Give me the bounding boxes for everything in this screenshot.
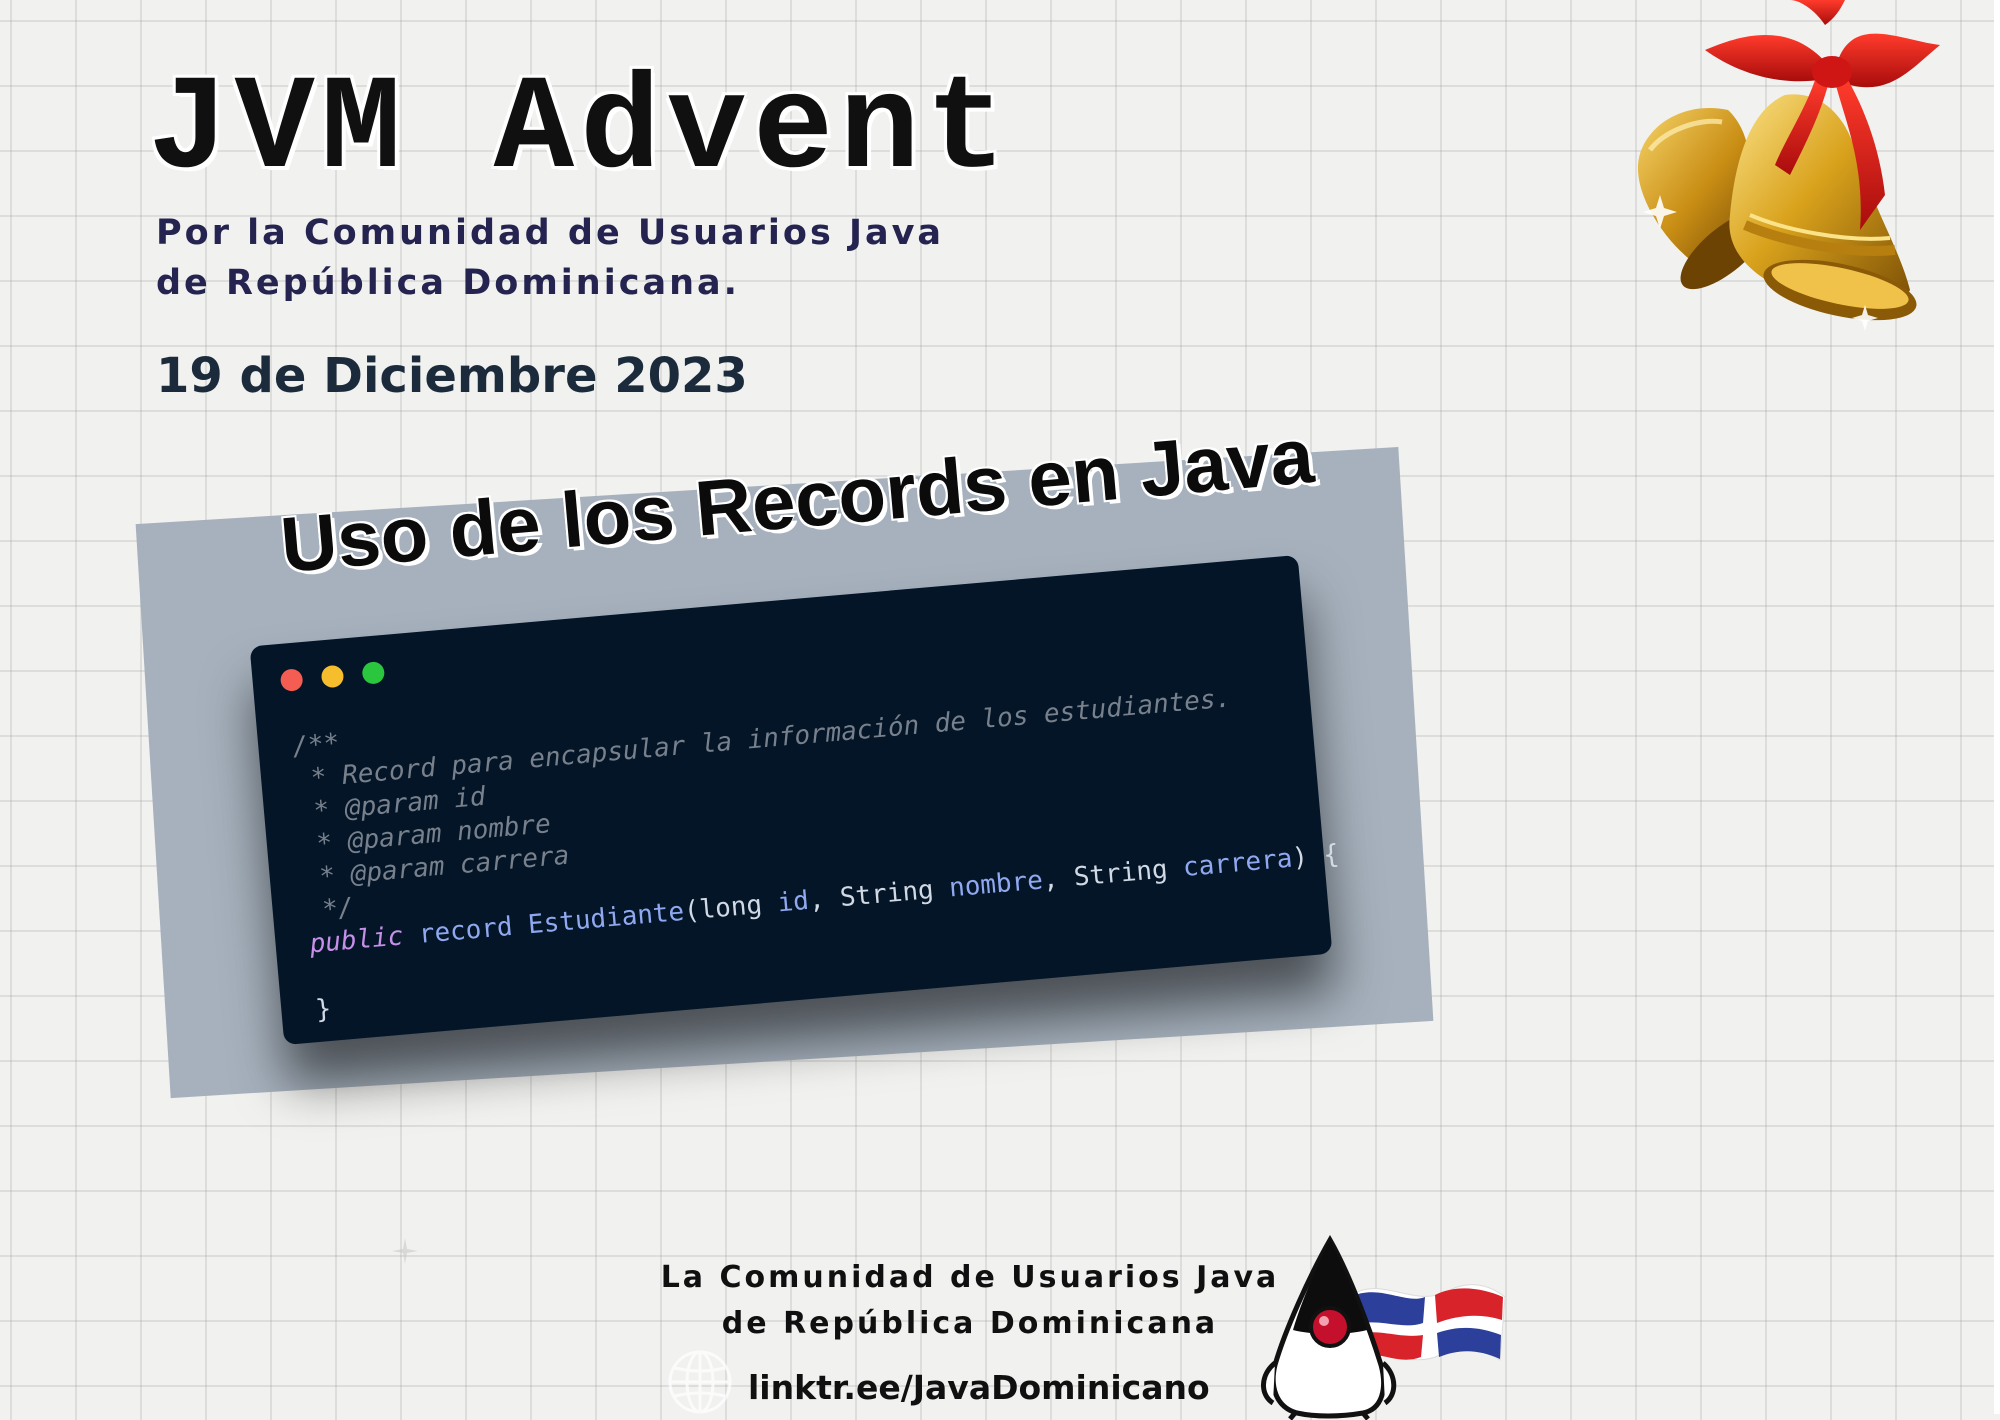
code-param: nombre [947, 865, 1045, 904]
footer-community: La Comunidad de Usuarios Java de Repúbli… [640, 1255, 1300, 1347]
duke-mascot-icon [1261, 1235, 1506, 1420]
code-punctuation: , [1041, 862, 1076, 896]
close-dot-icon [279, 668, 304, 692]
code-closing-brace: } [314, 993, 333, 1026]
window-controls [279, 660, 400, 696]
code-type: String [838, 874, 935, 914]
linktree-link[interactable]: linktr.ee/JavaDominicano [748, 1368, 1210, 1407]
code-comment-line: */ [305, 892, 355, 927]
code-comment-line: /** [291, 728, 341, 763]
minimize-dot-icon [320, 664, 345, 689]
code-punctuation: , [807, 883, 842, 916]
footer-line-2: de República Dominicana [721, 1306, 1219, 1341]
code-param: carrera [1181, 843, 1294, 884]
footer-line-1: La Comunidad de Usuarios Java [660, 1260, 1280, 1295]
page-title: JVM Advent [148, 55, 1013, 207]
christmas-bells-icon [1637, 0, 1940, 331]
paper-edge [1994, 0, 2000, 1414]
code-keyword: record [417, 911, 514, 950]
code-type: long [698, 889, 764, 926]
subtitle-line-2: de República Dominicana. [156, 263, 740, 303]
code-keyword: public [308, 921, 405, 960]
code-type-name: Estudiante [526, 896, 686, 941]
maximize-dot-icon [361, 660, 386, 685]
event-date: 19 de Diciembre 2023 [156, 348, 748, 404]
subtitle: Por la Comunidad de Usuarios Java de Rep… [156, 208, 944, 308]
globe-icon [668, 1350, 732, 1414]
sparkle-icon [392, 1238, 418, 1264]
code-type: String [1072, 854, 1169, 893]
code-punctuation: ) { [1290, 839, 1341, 874]
code-comment-line: * Record para encapsular la información … [294, 683, 1233, 796]
subtitle-line-1: Por la Comunidad de Usuarios Java [156, 213, 945, 253]
code-param: id [776, 885, 811, 919]
